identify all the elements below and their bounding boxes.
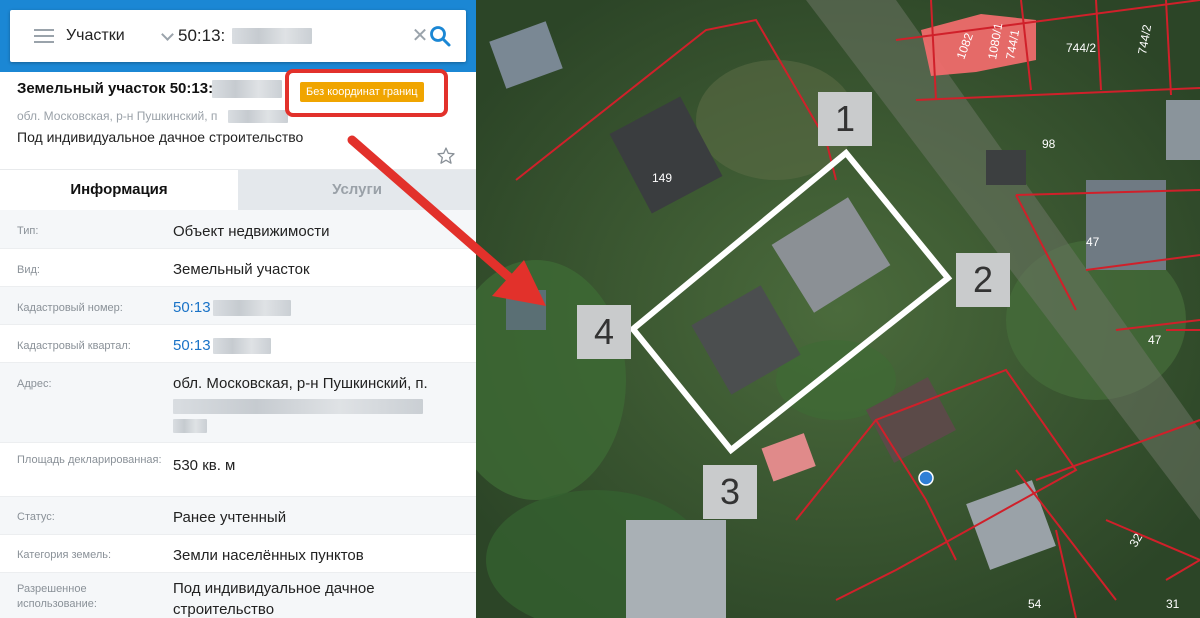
close-icon[interactable]: ✕ bbox=[410, 26, 430, 46]
info-panel: Участки ✕ Земельный участок 50:13: обл. … bbox=[0, 0, 476, 618]
plot-number-label: 47 bbox=[1086, 235, 1100, 249]
plot-number-label: 149 bbox=[652, 171, 672, 185]
table-row: Площадь декларированная: 530 кв. м bbox=[0, 443, 476, 497]
object-type-select[interactable]: Участки bbox=[66, 10, 178, 62]
highlight-frame bbox=[285, 69, 448, 117]
table-row: Статус: Ранее учтенный bbox=[0, 497, 476, 535]
menu-icon[interactable] bbox=[34, 29, 54, 43]
plot-number-label: 31 bbox=[1166, 597, 1180, 611]
object-purpose: Под индивидуальное дачное строительство bbox=[17, 129, 304, 145]
table-row: Тип: Объект недвижимости bbox=[0, 210, 476, 249]
row-value: обл. Московская, р-н Пушкинский, п. bbox=[173, 375, 428, 392]
row-value: 50:13 bbox=[173, 337, 211, 354]
search-bar: Участки ✕ bbox=[10, 10, 466, 62]
row-label: Категория земель: bbox=[17, 549, 112, 561]
corner-marker: 4 bbox=[577, 305, 631, 359]
plot-number-label: 47 bbox=[1148, 333, 1162, 347]
object-type-label: Участки bbox=[66, 27, 125, 44]
row-value: 50:13 bbox=[173, 299, 211, 316]
tab-services[interactable]: Услуги bbox=[238, 170, 476, 210]
row-label: Кадастровый квартал: bbox=[17, 340, 131, 352]
row-label: Разрешенное использование: bbox=[17, 583, 97, 610]
search-header: Участки ✕ bbox=[0, 0, 476, 72]
table-row: Разрешенное использование: Под индивидуа… bbox=[0, 573, 476, 618]
plot-number-label: 54 bbox=[1028, 597, 1042, 611]
tab-information[interactable]: Информация bbox=[0, 170, 238, 210]
row-label: Адрес: bbox=[17, 378, 52, 390]
corner-marker: 1 bbox=[818, 92, 872, 146]
corner-marker: 3 bbox=[703, 465, 757, 519]
table-row: Вид: Земельный участок bbox=[0, 249, 476, 287]
table-row: Адрес: обл. Московская, р-н Пушкинский, … bbox=[0, 363, 476, 443]
corner-marker: 2 bbox=[956, 253, 1010, 307]
info-table: Тип: Объект недвижимости Вид: Земельный … bbox=[0, 210, 476, 618]
redacted-text bbox=[232, 28, 312, 44]
row-label: Площадь декларированная: bbox=[17, 454, 162, 466]
search-icon[interactable] bbox=[428, 24, 452, 48]
row-label: Кадастровый номер: bbox=[17, 302, 123, 314]
plot-number-label: 744/2 bbox=[1066, 41, 1096, 55]
redacted-text bbox=[228, 110, 288, 123]
redacted-text bbox=[212, 338, 271, 355]
redacted-text bbox=[173, 399, 423, 414]
row-label: Тип: bbox=[17, 225, 39, 237]
table-row: Кадастровый номер: 50:13 bbox=[0, 287, 476, 325]
table-row: Категория земель: Земли населённых пункт… bbox=[0, 535, 476, 573]
row-label: Статус: bbox=[17, 511, 55, 523]
satellite-map[interactable]: 149 1082 1080/1 744/1 744/2 744/2 98 47 … bbox=[476, 0, 1200, 618]
star-icon[interactable] bbox=[436, 146, 456, 166]
cadastral-number-link[interactable]: 50:13 bbox=[173, 297, 463, 318]
row-value: Ранее учтенный bbox=[173, 509, 287, 526]
tab-bar: Информация Услуги bbox=[0, 170, 476, 210]
redacted-text bbox=[212, 80, 282, 98]
page-title: Земельный участок 50:13: bbox=[17, 80, 214, 97]
row-label: Вид: bbox=[17, 264, 40, 276]
object-region: обл. Московская, р-н Пушкинский, п bbox=[17, 109, 218, 123]
plot-number-label: 98 bbox=[1042, 137, 1056, 151]
row-value: Земельный участок bbox=[173, 261, 310, 278]
table-row: Кадастровый квартал: 50:13 bbox=[0, 325, 476, 363]
redacted-text bbox=[212, 300, 291, 317]
row-value: 530 кв. м bbox=[173, 457, 236, 474]
cadastral-quarter-link[interactable]: 50:13 bbox=[173, 335, 463, 356]
row-value: Земли населённых пунктов bbox=[173, 547, 364, 564]
chevron-down-icon bbox=[161, 28, 174, 41]
row-value: Под индивидуальное дачное строительство bbox=[173, 580, 375, 618]
redacted-text bbox=[173, 419, 207, 433]
row-value: Объект недвижимости bbox=[173, 223, 330, 240]
